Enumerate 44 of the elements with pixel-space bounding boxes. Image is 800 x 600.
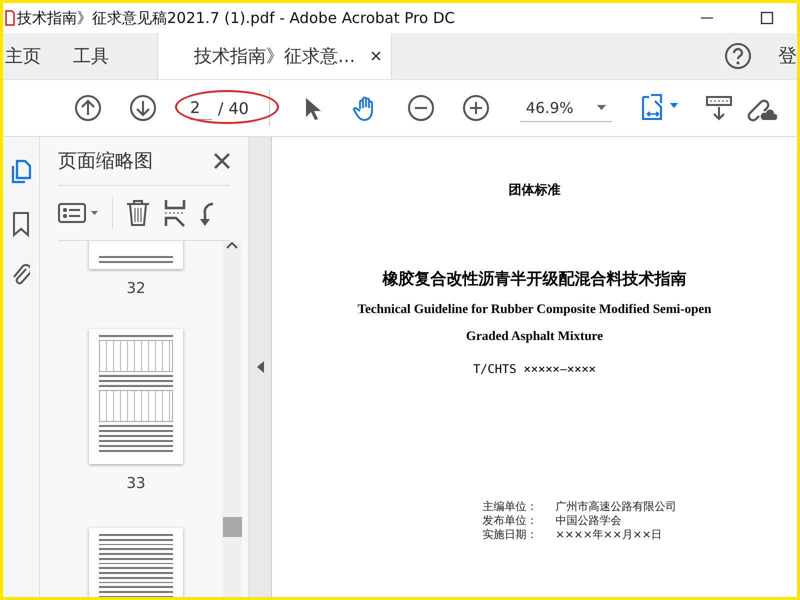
zoom-in-icon[interactable] (462, 94, 490, 122)
page-total: / 40 (218, 98, 249, 118)
english-title: Technical Guideline for Rubber Composite Modified Semi-open (358, 301, 712, 317)
insert-pages-icon[interactable] (163, 199, 187, 227)
page-thumbnail[interactable] (89, 528, 183, 597)
info-label: 实施日期： (482, 528, 538, 542)
document-title: 橡胶复合改性沥青半开级配混合料技术指南 (382, 269, 686, 290)
close-icon[interactable] (371, 51, 382, 61)
zoom-dropdown[interactable]: 46.9% (520, 94, 612, 122)
window-title: 技术指南》征求意见稿2021.7 (1).pdf - Adobe Acrobat Pro DC (17, 8, 456, 28)
nav-tab[interactable]: 工具 (59, 33, 127, 79)
scroll-mode-icon[interactable] (704, 94, 733, 122)
account-label[interactable]: 登 (778, 33, 797, 79)
page-number-field[interactable]: 2 (190, 96, 212, 120)
panel-title: 页面缩略图 (58, 149, 153, 174)
standard-code: T/CHTS ×××××—×××× (473, 362, 596, 376)
page-number-label: 32 (126, 279, 146, 297)
page-thumbnail[interactable] (89, 329, 183, 464)
info-label: 主编单位： (482, 500, 538, 514)
arrow-down-icon[interactable] (128, 94, 156, 122)
info-value: 广州市高速公路有限公司 (556, 500, 676, 514)
info-label: 发布单位： (482, 514, 538, 528)
info-value: ××××年××月××日 (556, 528, 664, 542)
scrollbar-thumb[interactable] (222, 517, 242, 537)
options-menu-icon[interactable] (58, 201, 100, 225)
page-number-label: 33 (126, 474, 146, 492)
english-title: Graded Asphalt Mixture (466, 328, 603, 344)
zoom-out-icon[interactable] (407, 94, 436, 122)
page-thumbnail[interactable] (89, 241, 183, 269)
nav-tab[interactable]: 技术指南》征求意... (157, 33, 392, 79)
collapse-panel-icon[interactable] (256, 361, 264, 373)
close-icon[interactable] (214, 153, 230, 169)
bookmark-icon[interactable] (12, 211, 30, 237)
nav-tab[interactable]: 主页 (3, 33, 59, 79)
document-header: 团体标准 (508, 182, 560, 199)
scroll-up-icon[interactable] (226, 241, 238, 249)
scrollbar[interactable] (222, 241, 242, 597)
info-value: 中国公路学会 (556, 514, 622, 528)
page-thumbnails-icon[interactable] (11, 159, 31, 185)
caret-icon (596, 105, 606, 110)
maximize-icon[interactable] (760, 11, 774, 25)
help-icon[interactable] (724, 42, 752, 70)
trash-icon[interactable] (125, 199, 151, 227)
arrow-up-icon[interactable] (74, 94, 102, 122)
